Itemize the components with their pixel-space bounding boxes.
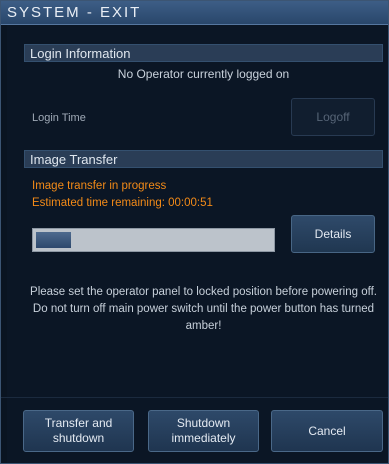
time-remaining: Estimated time remaining: 00:00:51: [32, 197, 213, 209]
dialog-title: SYSTEM - EXIT: [7, 4, 142, 21]
transfer-progress-fill: [36, 232, 72, 248]
image-transfer-header: Image Transfer: [24, 150, 383, 168]
cancel-label: Cancel: [308, 423, 346, 438]
login-time-label: Login Time: [32, 112, 86, 124]
transfer-and-shutdown-button[interactable]: Transfer and shutdown: [23, 410, 134, 452]
system-exit-dialog: SYSTEM - EXIT Login Information No Opera…: [0, 0, 389, 464]
title-bar: SYSTEM - EXIT: [1, 1, 388, 25]
transfer-and-shutdown-label: Transfer and shutdown: [44, 416, 113, 445]
shutdown-immediately-label: Shutdown immediately: [171, 416, 236, 445]
details-button[interactable]: Details: [291, 215, 375, 253]
operator-status: No Operator currently logged on: [117, 67, 290, 81]
cancel-button[interactable]: Cancel: [271, 410, 383, 452]
transfer-section-title: Image Transfer: [30, 151, 118, 167]
login-section-title: Login Information: [30, 45, 131, 61]
divider: [1, 397, 388, 398]
shutdown-immediately-button[interactable]: Shutdown immediately: [148, 410, 259, 452]
login-information-header: Login Information: [24, 44, 383, 62]
transfer-progress-bar: [32, 228, 275, 252]
details-button-label: Details: [314, 227, 352, 241]
logoff-button[interactable]: Logoff: [291, 98, 375, 136]
transfer-status: Image transfer in progress: [32, 180, 167, 192]
power-off-warning: Please set the operator panel to locked …: [30, 286, 377, 332]
left-edge: [1, 25, 7, 463]
logoff-button-label: Logoff: [316, 110, 350, 124]
